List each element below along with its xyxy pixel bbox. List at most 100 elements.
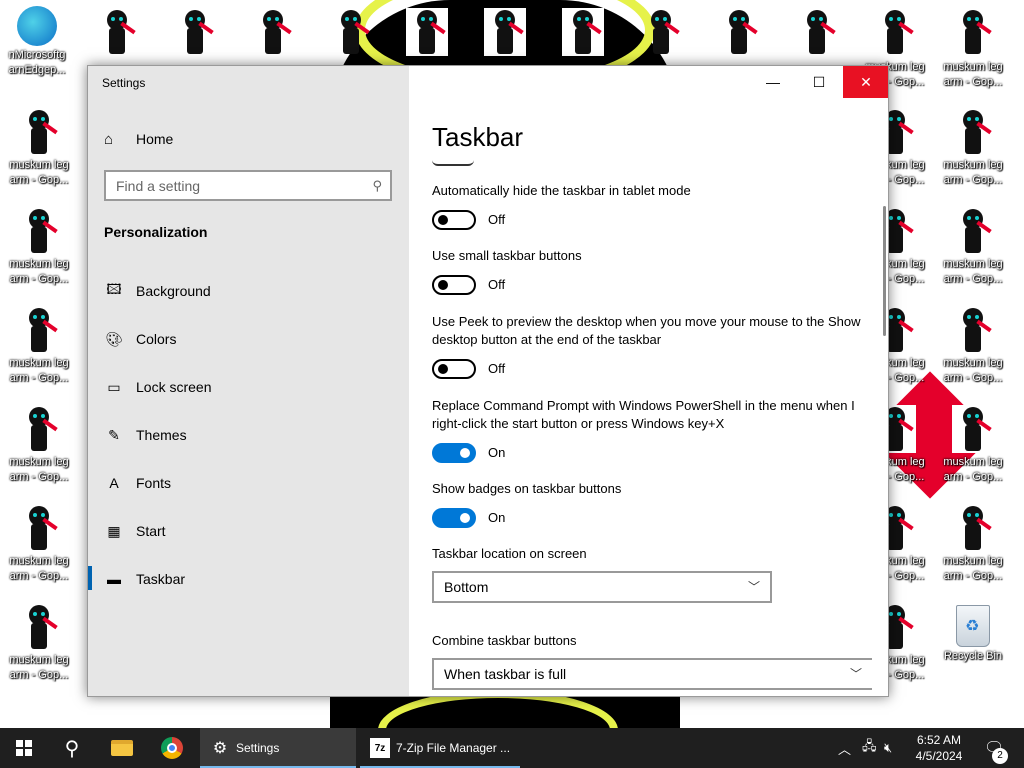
- figure-icon: [18, 207, 60, 255]
- desktop-icon-muskum[interactable]: muskum leg arm - Gop...: [4, 302, 74, 394]
- page-title: Taskbar: [432, 122, 524, 152]
- sidebar-item-start[interactable]: ▦ Start: [104, 519, 166, 543]
- figure-icon: [952, 306, 994, 354]
- scrollbar-thumb[interactable]: [883, 206, 886, 336]
- folder-icon: [111, 740, 133, 756]
- edge-icon: [17, 6, 57, 46]
- recycle-bin-icon: ♻: [956, 605, 990, 647]
- notification-count-badge: 2: [992, 748, 1008, 764]
- desktop-icon-muskum[interactable]: muskum leg arm - Gop...: [4, 401, 74, 493]
- desktop-icon-label: muskum leg arm - Gop...: [943, 258, 1003, 285]
- palette-icon: 🎨︎: [105, 330, 123, 347]
- start-button[interactable]: [0, 728, 48, 768]
- sidebar-item-themes[interactable]: ✎ Themes: [104, 423, 187, 447]
- sidebar-item-colors[interactable]: 🎨︎ Colors: [104, 327, 176, 351]
- toggle-small-buttons[interactable]: [432, 275, 476, 295]
- desktop-icon-muskum[interactable]: muskum leg arm - Gop...: [938, 203, 1008, 295]
- taskbar-location-dropdown[interactable]: Bottom ﹀: [432, 571, 772, 603]
- sidebar-home-label: Home: [136, 131, 174, 147]
- themes-icon: ✎: [108, 426, 120, 443]
- desktop-icon-label: Recycle Bin: [943, 650, 1003, 662]
- search-icon: ⚲: [372, 178, 382, 193]
- sidebar-item-lock-screen[interactable]: ▭ Lock screen: [104, 375, 211, 399]
- desktop-icon-muskum[interactable]: muskum leg arm - Gop...: [938, 401, 1008, 493]
- toggle-knob: [438, 280, 448, 290]
- desktop-icon-label: muskum leg arm - Gop...: [9, 654, 69, 681]
- toggle-badges[interactable]: [432, 508, 476, 528]
- toggle-knob: [438, 215, 448, 225]
- taskbar: ⚲ ⚙ Settings 7z 7-Zip File Manager ... ︿…: [0, 728, 1024, 768]
- chrome-icon: [161, 737, 183, 759]
- taskbar-clock[interactable]: 6:52 AM 4/5/2024: [904, 732, 974, 764]
- settings-window: Settings ⌂ Home Find a setting ⚲ Persona…: [87, 65, 889, 697]
- figure-icon: [796, 8, 838, 56]
- maximize-button[interactable]: ☐: [796, 66, 842, 98]
- sidebar-item-fonts[interactable]: A Fonts: [104, 471, 171, 495]
- figure-icon: [174, 8, 216, 56]
- desktop-icon-label: muskum leg arm - Gop...: [9, 555, 69, 582]
- figure-icon: [330, 8, 372, 56]
- image-icon: 🖾: [106, 281, 122, 297]
- desktop-icon-muskum[interactable]: muskum leg arm - Gop...: [938, 302, 1008, 394]
- taskbar-app-7zip[interactable]: 7z 7-Zip File Manager ...: [360, 728, 520, 768]
- setting-label: Automatically hide the taskbar in tablet…: [432, 183, 691, 198]
- desktop-icon-recycle-bin[interactable]: ♻ Recycle Bin: [938, 599, 1008, 691]
- desktop-icon-muskum[interactable]: muskum leg arm - Gop...: [4, 104, 74, 196]
- chrome-button[interactable]: [148, 728, 196, 768]
- sidebar-item-background[interactable]: 🖾 Background: [104, 279, 210, 303]
- desktop-icon-muskum[interactable]: muskum leg arm - Gop...: [938, 104, 1008, 196]
- sidebar-item-label: Lock screen: [136, 379, 212, 395]
- maximize-icon: ☐: [812, 73, 826, 90]
- desktop-icon-label: muskum leg arm - Gop...: [9, 159, 69, 186]
- search-input[interactable]: Find a setting ⚲: [104, 170, 392, 201]
- toggle-powershell[interactable]: [432, 443, 476, 463]
- settings-main: — ☐ ✕ Taskbar Automatically hide the tas…: [409, 66, 888, 696]
- search-placeholder: Find a setting: [116, 177, 201, 194]
- sidebar-home[interactable]: ⌂ Home: [104, 128, 173, 150]
- close-icon: ✕: [860, 73, 872, 90]
- figure-icon: [952, 8, 994, 56]
- setting-label: Replace Command Prompt with Windows Powe…: [432, 398, 855, 431]
- setting-label: Show badges on taskbar buttons: [432, 481, 622, 496]
- desktop-icon-edge[interactable]: nMicrosoftg arnEdgep...: [2, 2, 72, 94]
- toggle-peek[interactable]: [432, 359, 476, 379]
- desktop-icon-muskum[interactable]: muskum leg arm - Gop...: [4, 599, 74, 691]
- volume-button[interactable]: 🔇︎: [884, 728, 892, 768]
- close-button[interactable]: ✕: [843, 66, 888, 98]
- sidebar-item-taskbar[interactable]: ▬ Taskbar: [104, 567, 185, 591]
- figure-icon: [18, 108, 60, 156]
- figure-icon: [96, 8, 138, 56]
- desktop-icon-muskum[interactable]: muskum leg arm - Gop...: [938, 500, 1008, 592]
- windows-icon: [16, 740, 32, 756]
- show-hidden-icons[interactable]: ︿: [838, 728, 851, 768]
- desktop-icon-muskum[interactable]: muskum leg arm - Gop...: [4, 500, 74, 592]
- taskbar-app-settings[interactable]: ⚙ Settings: [200, 728, 356, 768]
- fonts-icon: A: [109, 475, 119, 491]
- network-button[interactable]: 🖧: [862, 728, 877, 768]
- desktop-icon-muskum[interactable]: muskum leg arm - Gop...: [4, 203, 74, 295]
- start-icon: ▦: [107, 522, 121, 539]
- desktop-icon-label: muskum leg arm - Gop...: [9, 258, 69, 285]
- section-title: Personalization: [104, 224, 208, 240]
- toggle-knob: [460, 513, 470, 523]
- toggle-state: Off: [488, 212, 506, 227]
- file-explorer-button[interactable]: [98, 728, 146, 768]
- taskbar-app-label: Settings: [236, 741, 280, 755]
- search-button[interactable]: ⚲: [48, 728, 96, 768]
- toggle-autohide-tablet[interactable]: [432, 210, 476, 230]
- sidebar-item-label: Taskbar: [136, 571, 186, 587]
- figure-icon: [640, 8, 682, 56]
- dropdown-value: Bottom: [444, 579, 489, 595]
- figure-icon: [952, 504, 994, 552]
- figure-icon: [952, 207, 994, 255]
- figure-icon: [874, 8, 916, 56]
- sidebar-item-label: Fonts: [136, 475, 172, 491]
- combine-buttons-dropdown[interactable]: When taskbar is full ﹀: [432, 658, 872, 690]
- sidebar-item-label: Themes: [136, 427, 187, 443]
- minimize-button[interactable]: —: [750, 66, 796, 98]
- chevron-up-icon: ︿: [838, 741, 852, 757]
- toggle-state: On: [488, 510, 506, 525]
- taskbar-app-label: 7-Zip File Manager ...: [396, 741, 511, 755]
- gear-icon: ⚙: [212, 740, 228, 757]
- sidebar-item-label: Start: [136, 523, 166, 539]
